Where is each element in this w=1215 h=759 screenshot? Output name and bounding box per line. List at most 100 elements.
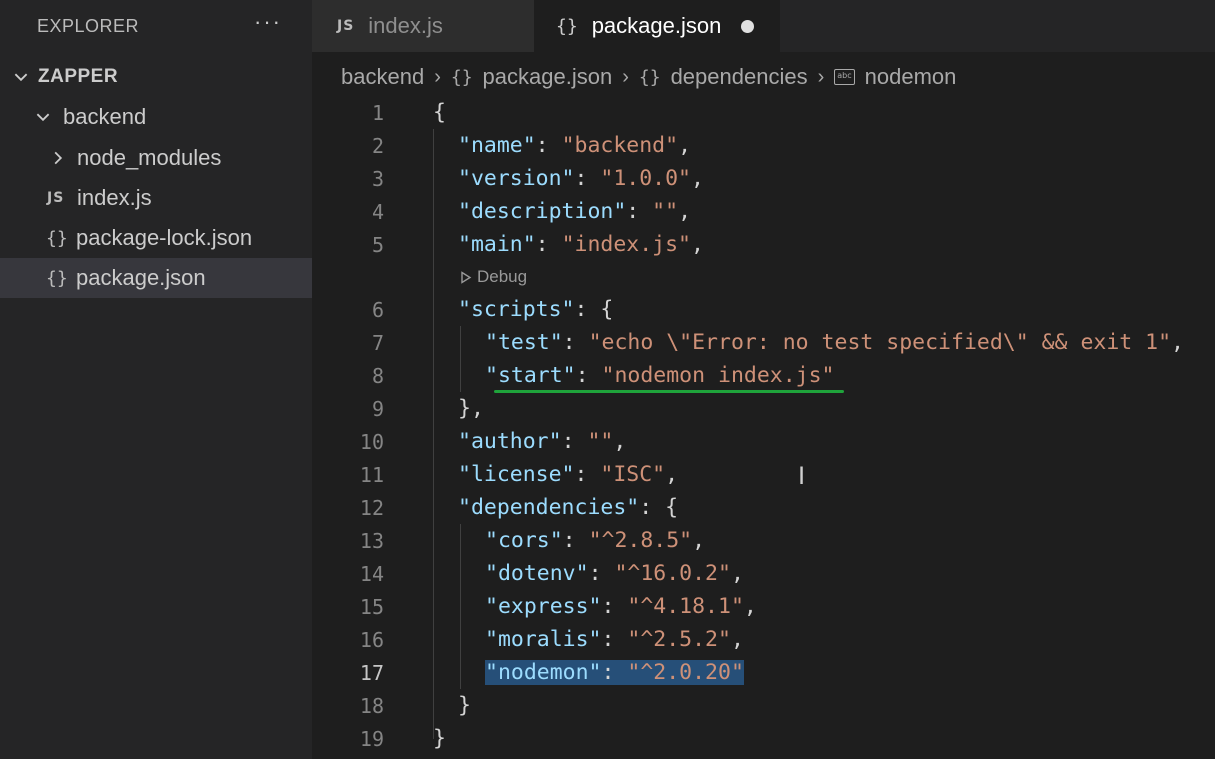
chevron-right-icon: [47, 147, 69, 169]
tree-item-label: backend: [63, 104, 147, 129]
tree-file-index-js[interactable]: JS index.js: [0, 178, 312, 218]
explorer-title: EXPLORER: [37, 15, 140, 36]
punctuation: ,: [1171, 330, 1184, 355]
code-text: }: [433, 726, 446, 751]
js-file-icon: JS: [47, 190, 65, 206]
text-selection[interactable]: "nodemon": "^2.0.20": [485, 660, 744, 685]
json-key: "test": [485, 330, 563, 355]
tree-item-label: node_modules: [77, 145, 222, 170]
line-number: 12: [359, 495, 384, 520]
code-line: 3 "version": "1.0.0",: [312, 162, 704, 195]
annotation-underline: [494, 390, 844, 393]
json-value: "^2.0.20": [627, 660, 744, 685]
code-line: 8 "start": "nodemon index.js": [312, 359, 835, 392]
line-number: 6: [371, 297, 384, 322]
breadcrumb-item-nodemon[interactable]: nodemon: [865, 64, 957, 90]
json-key: "author": [458, 429, 562, 454]
chevron-down-icon: [10, 66, 32, 88]
json-value: "nodemon index.js": [601, 363, 835, 388]
code-line: 19 }: [312, 722, 446, 755]
text-cursor-icon: I: [798, 462, 806, 490]
json-key: "name": [458, 133, 536, 158]
json-file-icon: {}: [556, 15, 578, 37]
line-number: 10: [359, 429, 384, 454]
indent-guide: [460, 524, 461, 689]
line-number: 7: [371, 330, 384, 355]
chevron-right-icon: ›: [434, 65, 441, 88]
json-key: "main": [458, 232, 536, 257]
punctuation: ,: [730, 561, 744, 586]
json-value: "^4.18.1": [627, 594, 744, 619]
chevron-right-icon: ›: [817, 65, 825, 88]
punctuation: ,: [613, 429, 627, 454]
tree-item-label: package.json: [76, 265, 206, 290]
js-file-icon: JS: [337, 18, 355, 34]
codelens-label: Debug: [477, 267, 528, 286]
json-value: "ISC": [600, 462, 666, 487]
indent-guide: [460, 326, 461, 392]
punctuation: ,: [743, 594, 757, 619]
json-key: "express": [485, 594, 602, 619]
tab-label: package.json: [591, 13, 722, 38]
tree-item-label: index.js: [77, 185, 152, 210]
tree-file-package-lock-json[interactable]: {} package-lock.json: [0, 218, 312, 258]
punctuation: ,: [678, 199, 692, 224]
breadcrumb-item-dependencies[interactable]: dependencies: [671, 64, 808, 90]
tab-bar: JS index.js {} package.json: [312, 0, 1215, 52]
line-number: 5: [371, 232, 384, 257]
punctuation: ,: [691, 232, 704, 257]
json-value: "": [587, 429, 614, 454]
code-line: 10 "author": "",: [312, 425, 626, 458]
code-line: 15 "express": "^4.18.1",: [312, 590, 757, 623]
debug-codelens[interactable]: Debug: [460, 264, 527, 290]
punctuation: ,: [692, 528, 706, 553]
breadcrumb-item-backend[interactable]: backend: [341, 64, 424, 90]
punctuation: ,: [665, 462, 679, 487]
line-number: 1: [371, 100, 384, 125]
json-value: "^2.8.5": [588, 528, 693, 553]
code-line: 16 "moralis": "^2.5.2",: [312, 623, 744, 656]
breadcrumb-item-package-json[interactable]: package.json: [483, 64, 613, 90]
tab-package-json[interactable]: {} package.json: [534, 0, 780, 52]
line-number: 9: [371, 396, 384, 421]
tab-index-js[interactable]: JS index.js: [312, 0, 534, 52]
code-line: 11 "license": "ISC",: [312, 458, 678, 491]
tree-root-zapper[interactable]: ZAPPER: [0, 57, 312, 97]
line-number: 2: [371, 133, 384, 158]
punctuation: {: [665, 495, 679, 520]
code-text: },: [458, 396, 484, 421]
json-value: "echo \"Error: no test specified\" && ex…: [588, 330, 1172, 355]
tree-folder-backend[interactable]: backend: [0, 97, 312, 137]
json-key: "moralis": [485, 627, 602, 652]
punctuation: {: [600, 297, 614, 322]
more-actions-icon[interactable]: ···: [254, 11, 282, 33]
code-text: }: [458, 693, 471, 718]
code-line: 7 "test": "echo \"Error: no test specifi…: [312, 326, 1184, 359]
unsaved-dot-icon[interactable]: [741, 19, 755, 33]
tree-folder-node-modules[interactable]: node_modules: [0, 138, 312, 178]
punctuation: ,: [691, 166, 704, 191]
punctuation: ,: [678, 133, 692, 158]
tree-file-package-json[interactable]: {} package.json: [0, 258, 312, 298]
chevron-down-icon: [32, 106, 54, 128]
tree-item-label: ZAPPER: [38, 66, 119, 87]
line-number: 11: [359, 462, 384, 487]
explorer-header: EXPLORER ···: [0, 0, 312, 52]
line-number: 15: [359, 594, 384, 619]
json-file-icon: {}: [46, 227, 68, 249]
json-key: "dependencies": [458, 495, 640, 520]
line-number: 8: [371, 363, 384, 388]
json-file-icon: {}: [450, 66, 473, 88]
code-line: 18 }: [312, 689, 471, 722]
json-key: "nodemon": [485, 660, 602, 685]
line-number: 18: [359, 693, 384, 718]
json-value: "^2.5.2": [627, 627, 731, 652]
play-outline-icon: [461, 270, 472, 284]
explorer-sidebar: EXPLORER ··· ZAPPER backend node_modules…: [0, 0, 312, 759]
json-key: "dotenv": [485, 561, 589, 586]
punctuation: ,: [730, 627, 744, 652]
code-line: 6 "scripts": {: [312, 293, 613, 326]
code-text: {: [433, 100, 446, 125]
code-editor[interactable]: 1 { 2 "name": "backend", 3 "version": "1…: [312, 96, 1215, 759]
code-line: 14 "dotenv": "^16.0.2",: [312, 557, 744, 590]
